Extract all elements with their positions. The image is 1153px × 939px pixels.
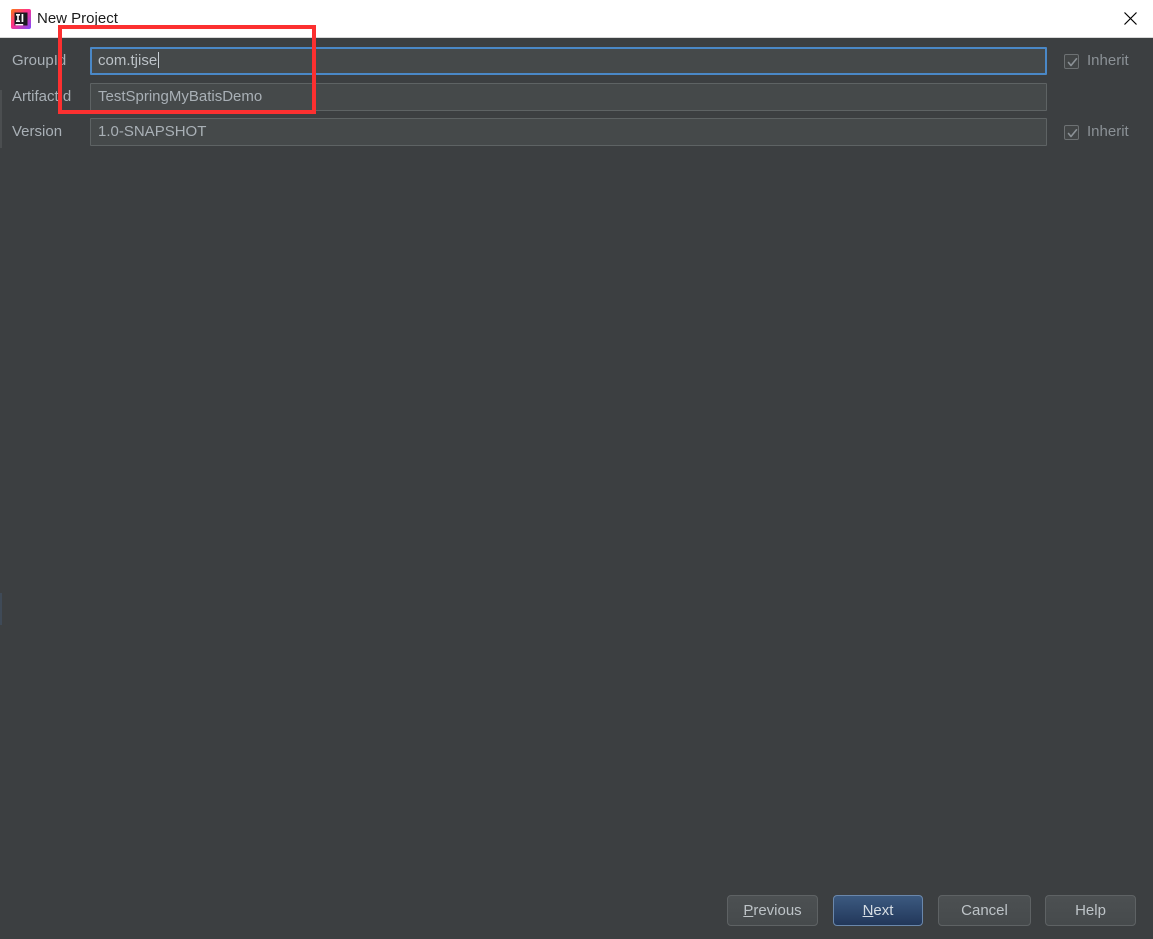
next-button[interactable]: Next: [833, 895, 923, 926]
artifactid-input-value: TestSpringMyBatisDemo: [98, 88, 263, 105]
groupid-input[interactable]: com.tjise: [90, 47, 1047, 75]
version-inherit-label: Inherit: [1087, 123, 1129, 140]
title-bar: New Project: [0, 0, 1153, 38]
dialog-content: GroupId com.tjise Inherit ArtifactId Tes…: [0, 38, 1153, 939]
previous-button-mnemonic: P: [743, 902, 754, 919]
previous-button-label: revious: [753, 902, 802, 919]
version-input[interactable]: 1.0-SNAPSHOT: [90, 118, 1047, 146]
text-caret: [158, 52, 160, 68]
groupid-inherit-checkbox[interactable]: [1064, 53, 1079, 69]
groupid-inherit-label: Inherit: [1087, 52, 1129, 69]
next-button-mnemonic: N: [862, 902, 874, 919]
previous-button[interactable]: Previous: [727, 895, 818, 926]
groupid-input-value: com.tjise: [98, 52, 158, 69]
close-icon[interactable]: [1107, 0, 1153, 37]
version-label: Version: [12, 123, 63, 140]
artifactid-label: ArtifactId: [12, 88, 72, 105]
version-inherit-checkbox-group[interactable]: Inherit: [1064, 118, 1129, 146]
version-inherit-checkbox[interactable]: [1064, 124, 1079, 140]
groupid-inherit-checkbox-group[interactable]: Inherit: [1064, 47, 1129, 75]
window-title: New Project: [37, 10, 118, 27]
left-edge-artifact-upper: [0, 90, 2, 148]
left-edge-artifact-lower: [0, 593, 2, 625]
version-input-value: 1.0-SNAPSHOT: [98, 123, 207, 140]
help-button[interactable]: Help: [1045, 895, 1136, 926]
new-project-dialog: New Project GroupId com.tjise Inherit Ar…: [0, 0, 1153, 939]
artifactid-input[interactable]: TestSpringMyBatisDemo: [90, 83, 1047, 111]
intellij-idea-icon: [11, 9, 31, 29]
dialog-button-bar: Previous Next Cancel Help: [0, 895, 1153, 939]
groupid-label: GroupId: [12, 52, 67, 69]
cancel-button[interactable]: Cancel: [938, 895, 1031, 926]
next-button-label: ext: [873, 902, 894, 919]
